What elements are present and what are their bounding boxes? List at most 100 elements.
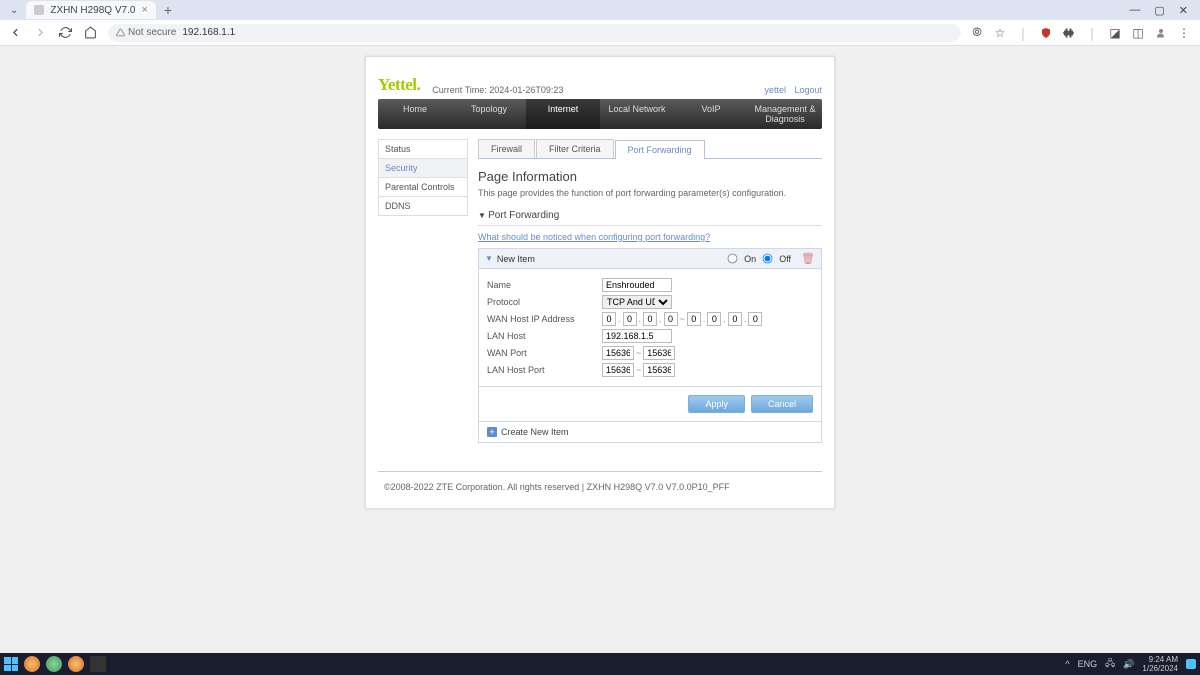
wan-ip-b-3[interactable]: [728, 312, 742, 326]
minimize-button[interactable]: —: [1129, 4, 1140, 17]
taskbar-app-3[interactable]: [68, 656, 84, 672]
tray-volume-icon[interactable]: 🔊: [1123, 659, 1134, 670]
header-user-links: yettel Logout: [758, 85, 822, 95]
nav-local-network[interactable]: Local Network: [600, 99, 674, 129]
item-name-title: New Item: [497, 254, 535, 264]
cancel-button[interactable]: Cancel: [751, 395, 813, 413]
toolbar-actions: ⦾ ☆ | | ◪ ◫ ⋮: [969, 25, 1194, 41]
tray-language[interactable]: ENG: [1078, 659, 1098, 669]
clock-time: 9:24 AM: [1142, 655, 1178, 664]
footer-copyright: ©2008-2022 ZTE Corporation. All rights r…: [378, 471, 822, 508]
radio-off[interactable]: [763, 254, 773, 264]
radio-on[interactable]: [728, 254, 738, 264]
start-button[interactable]: [4, 657, 18, 671]
delete-item-icon[interactable]: 🗑: [801, 252, 815, 265]
sidebar-item-security[interactable]: Security: [378, 158, 468, 178]
input-name[interactable]: [602, 278, 672, 292]
translate-icon[interactable]: ⦾: [969, 25, 985, 41]
rule-form: Name Protocol TCP And UDP WAN Host IP Ad…: [478, 269, 822, 387]
address-bar[interactable]: Not secure 192.168.1.1: [108, 24, 961, 42]
input-wan-port-start[interactable]: [602, 346, 634, 360]
warning-icon: [116, 28, 125, 37]
clock-date: 1/26/2024: [1142, 664, 1178, 673]
select-protocol[interactable]: TCP And UDP: [602, 295, 672, 309]
shield-icon[interactable]: [1038, 25, 1054, 41]
close-window-button[interactable]: ✕: [1179, 4, 1188, 17]
apply-button[interactable]: Apply: [688, 395, 745, 413]
tab-filter-criteria[interactable]: Filter Criteria: [536, 139, 614, 158]
reload-button[interactable]: [56, 24, 75, 41]
sidebar-item-status[interactable]: Status: [378, 139, 468, 159]
browser-tab[interactable]: ZXHN H298Q V7.0 ×: [26, 1, 155, 19]
form-actions: Apply Cancel: [478, 387, 822, 422]
taskbar-app-2[interactable]: [46, 656, 62, 672]
input-lan-port-start[interactable]: [602, 363, 634, 377]
label-lan-host: LAN Host: [487, 331, 602, 341]
separator: |: [1015, 25, 1031, 41]
nav-home[interactable]: Home: [378, 99, 452, 129]
input-lan-host[interactable]: [602, 329, 672, 343]
tab-port-forwarding[interactable]: Port Forwarding: [615, 140, 705, 159]
nav-management[interactable]: Management & Diagnosis: [748, 99, 822, 129]
nav-voip[interactable]: VoIP: [674, 99, 748, 129]
nav-topology[interactable]: Topology: [452, 99, 526, 129]
wan-ip-a-1[interactable]: [602, 312, 616, 326]
enable-radio-group: On Off: [725, 252, 791, 265]
notification-icon[interactable]: [1186, 659, 1196, 669]
browser-toolbar: Not secure 192.168.1.1 ⦾ ☆ | | ◪ ◫ ⋮: [0, 20, 1200, 46]
taskbar-terminal[interactable]: [90, 656, 106, 672]
label-name: Name: [487, 280, 602, 290]
wan-ip-b-1[interactable]: [687, 312, 701, 326]
tray-network-icon[interactable]: 🖧: [1105, 656, 1115, 672]
wan-ip-a-4[interactable]: [664, 312, 678, 326]
sidebar-item-parental[interactable]: Parental Controls: [378, 177, 468, 197]
radio-off-label: Off: [779, 254, 791, 264]
sidebar: Status Security Parental Controls DDNS: [378, 139, 468, 443]
current-time: Current Time: 2024-01-26T09:23: [432, 85, 563, 95]
username-link[interactable]: yettel: [764, 85, 786, 95]
help-link[interactable]: What should be noticed when configuring …: [478, 232, 822, 242]
nav-internet[interactable]: Internet: [526, 99, 600, 129]
forward-button[interactable]: [31, 24, 50, 41]
sub-tabs: Firewall Filter Criteria Port Forwarding: [478, 139, 822, 159]
windows-taskbar: ^ ENG 🖧 🔊 9:24 AM 1/26/2024: [0, 653, 1200, 675]
bookmark-icon[interactable]: ☆: [992, 25, 1008, 41]
maximize-button[interactable]: ▢: [1154, 4, 1164, 17]
radio-on-label: On: [744, 254, 756, 264]
home-button[interactable]: [81, 24, 100, 41]
window-controls: — ▢ ✕: [1129, 4, 1196, 17]
input-lan-port-end[interactable]: [643, 363, 675, 377]
tab-firewall[interactable]: Firewall: [478, 139, 535, 158]
router-admin-page: Yettel. Current Time: 2024-01-26T09:23 y…: [365, 56, 835, 509]
reading-icon[interactable]: ◪: [1107, 25, 1123, 41]
wan-ip-b-2[interactable]: [707, 312, 721, 326]
main-panel: Firewall Filter Criteria Port Forwarding…: [478, 139, 822, 443]
label-protocol: Protocol: [487, 297, 602, 307]
back-button[interactable]: [6, 24, 25, 41]
wan-ip-a-2[interactable]: [623, 312, 637, 326]
extensions-icon[interactable]: [1061, 25, 1077, 41]
sidebar-item-ddns[interactable]: DDNS: [378, 196, 468, 216]
tray-chevron-icon[interactable]: ^: [1065, 659, 1069, 669]
taskbar-app-1[interactable]: [24, 656, 40, 672]
create-new-item[interactable]: + Create New Item: [478, 422, 822, 443]
page-title: Page Information: [478, 169, 822, 184]
menu-icon[interactable]: ⋮: [1176, 25, 1192, 41]
section-port-forwarding[interactable]: Port Forwarding: [478, 206, 822, 226]
logout-link[interactable]: Logout: [794, 85, 822, 95]
input-wan-port-end[interactable]: [643, 346, 675, 360]
create-new-label: Create New Item: [501, 427, 569, 437]
plus-icon: +: [487, 427, 497, 437]
wan-ip-a-3[interactable]: [643, 312, 657, 326]
profile-icon[interactable]: [1153, 25, 1169, 41]
new-tab-button[interactable]: +: [156, 2, 180, 18]
security-indicator[interactable]: Not secure: [116, 27, 176, 38]
tab-search-dropdown[interactable]: ⌄: [4, 3, 24, 18]
collapse-icon: ▼: [485, 254, 493, 263]
side-panel-icon[interactable]: ◫: [1130, 25, 1146, 41]
tab-close-icon[interactable]: ×: [141, 4, 147, 16]
rule-item-header[interactable]: ▼ New Item On Off 🗑: [478, 248, 822, 269]
wan-ip-b-4[interactable]: [748, 312, 762, 326]
separator: |: [1084, 25, 1100, 41]
tray-clock[interactable]: 9:24 AM 1/26/2024: [1142, 655, 1178, 673]
